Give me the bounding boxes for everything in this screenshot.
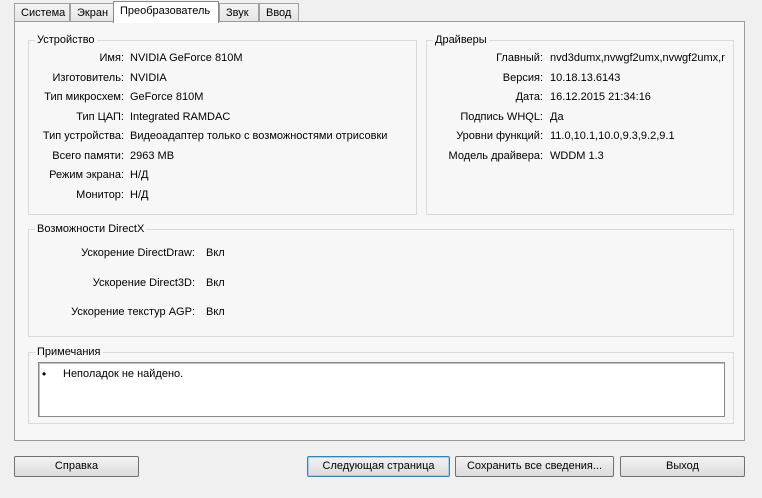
manufacturer-label: Изготовитель: [52, 72, 125, 84]
dac-type-label: Тип ЦАП: [76, 111, 124, 123]
device-name-label: Имя: [99, 52, 124, 64]
driver-model-value: WDDM 1.3 [550, 150, 604, 162]
version-label: Версия: [502, 72, 543, 84]
whql-value: Да [550, 111, 564, 123]
monitor-value: Н/Д [130, 189, 149, 201]
version-value: 10.18.13.6143 [550, 72, 621, 84]
tab-sound[interactable]: Звук [219, 3, 259, 22]
notes-group-title: Примечания [35, 346, 103, 358]
exit-button[interactable]: Выход [620, 456, 745, 477]
display-mode-label: Режим экрана: [49, 169, 124, 181]
tab-label: Экран [77, 7, 109, 19]
direct3d-value: Вкл [206, 277, 225, 289]
feature-levels-label: Уровни функций: [456, 130, 543, 142]
driver-model-label: Модель драйвера: [448, 150, 543, 162]
dac-type-value: Integrated RAMDAC [130, 111, 231, 123]
device-type-value: Видеоадаптер только с возможностями отри… [130, 130, 388, 142]
device-group-title: Устройство [35, 34, 97, 46]
total-memory-value: 2963 MB [130, 150, 175, 162]
drivers-group-title: Драйверы [433, 34, 489, 46]
tab-label: Ввод [266, 7, 292, 19]
main-driver-label: Главный: [496, 52, 543, 64]
directdraw-value: Вкл [206, 247, 225, 259]
bullet-icon: • [42, 367, 47, 381]
monitor-label: Монитор: [76, 189, 124, 201]
whql-label: Подпись WHQL: [460, 111, 543, 123]
next-page-button[interactable]: Следующая страница [307, 456, 450, 477]
device-name-value: NVIDIA GeForce 810M [130, 52, 243, 64]
device-type-label: Тип устройства: [42, 130, 124, 142]
agp-value: Вкл [206, 306, 225, 318]
chip-type-value: GeForce 810M [130, 91, 204, 103]
directdraw-label: Ускорение DirectDraw: [81, 247, 195, 259]
chip-type-label: Тип микросхем: [44, 91, 124, 103]
tab-label: Звук [226, 7, 249, 19]
notes-text: Неполадок не найдено. [63, 368, 184, 380]
feature-levels-value: 11.0,10.1,10.0,9.3,9.2,9.1 [550, 130, 675, 142]
drivers-group: Драйверы [426, 34, 734, 215]
main-driver-value: nvd3dumx,nvwgf2umx,nvwgf2umx,r [550, 52, 725, 64]
tab-render[interactable]: Преобразователь [113, 1, 219, 23]
direct3d-label: Ускорение Direct3D: [92, 277, 195, 289]
notes-textbox[interactable]: • Неполадок не найдено. [38, 362, 725, 417]
tab-input[interactable]: Ввод [259, 3, 299, 22]
date-value: 16.12.2015 21:34:16 [550, 91, 651, 103]
total-memory-label: Всего памяти: [52, 150, 124, 162]
tab-label: Система [21, 7, 66, 19]
directx-group-title: Возможности DirectX [35, 223, 147, 235]
help-button[interactable]: Справка [14, 456, 139, 477]
save-all-button[interactable]: Сохранить все сведения... [455, 456, 614, 477]
tab-display[interactable]: Экран [70, 3, 114, 22]
tab-system[interactable]: Система [14, 3, 70, 22]
manufacturer-value: NVIDIA [130, 72, 167, 84]
display-mode-value: Н/Д [130, 169, 149, 181]
tab-label: Преобразователь [120, 5, 211, 17]
agp-label: Ускорение текстур AGP: [71, 306, 195, 318]
date-label: Дата: [515, 91, 543, 103]
